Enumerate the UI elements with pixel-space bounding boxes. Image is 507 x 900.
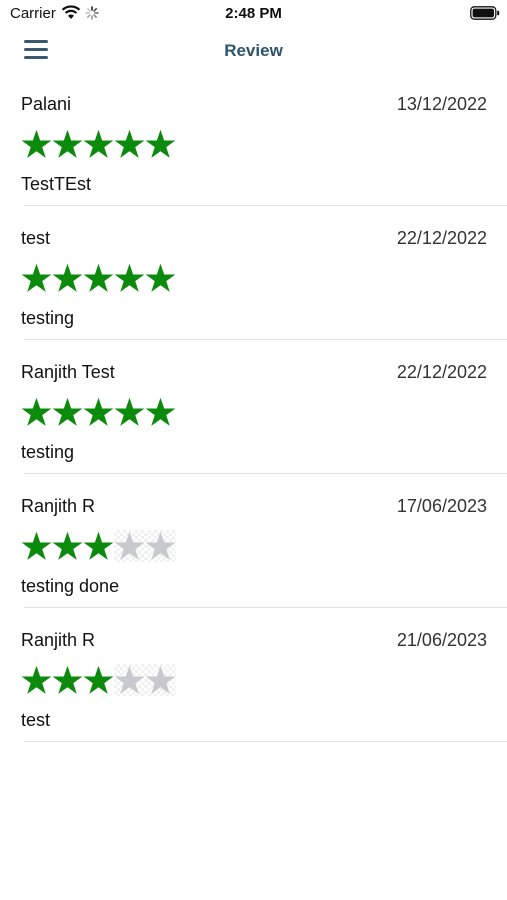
star-filled-icon (21, 530, 52, 562)
page-title: Review (224, 41, 283, 60)
review-item: Ranjith R 21/06/2023 test (0, 608, 507, 742)
review-comment: test (21, 710, 51, 730)
review-comment: TestTEst (21, 174, 92, 194)
status-time: 2:48 PM (225, 5, 282, 22)
reviewer-name: Ranjith Test (21, 362, 115, 382)
status-bar: Carrier 2:48 PM (0, 0, 507, 28)
review-date: 13/12/2022 (396, 94, 487, 114)
star-filled-icon (52, 128, 83, 160)
reviewer-name: Ranjith R (21, 630, 96, 650)
star-rating (21, 664, 176, 696)
star-filled-icon (83, 664, 114, 696)
review-date: 17/06/2023 (396, 496, 487, 516)
star-filled-icon (145, 128, 176, 160)
review-item: test 22/12/2022 testing (0, 206, 507, 340)
star-filled-icon (21, 396, 52, 428)
star-rating (21, 396, 176, 428)
star-filled-icon (21, 262, 52, 294)
review-list: Palani 13/12/2022 TestTEst test 22/12/20… (0, 72, 507, 742)
star-filled-icon (83, 530, 114, 562)
review-item: Ranjith Test 22/12/2022 testing (0, 340, 507, 474)
star-empty-icon (145, 530, 176, 562)
star-filled-icon (114, 396, 145, 428)
star-filled-icon (83, 262, 114, 294)
navigation-bar: Review (0, 28, 507, 72)
review-date: 21/06/2023 (396, 630, 487, 650)
review-comment: testing done (21, 576, 120, 596)
star-filled-icon (21, 128, 52, 160)
divider (24, 741, 507, 742)
star-filled-icon (52, 262, 83, 294)
reviewer-name: test (21, 228, 51, 248)
reviewer-name: Palani (21, 94, 72, 114)
review-comment: testing (21, 442, 75, 462)
reviewer-name: Ranjith R (21, 496, 96, 516)
battery-icon (470, 6, 500, 25)
star-filled-icon (145, 396, 176, 428)
star-filled-icon (52, 530, 83, 562)
star-empty-icon (114, 530, 145, 562)
star-filled-icon (114, 128, 145, 160)
star-empty-icon (145, 664, 176, 696)
review-comment: testing (21, 308, 75, 328)
star-rating (21, 262, 176, 294)
star-empty-icon (114, 664, 145, 696)
star-filled-icon (114, 262, 145, 294)
review-item: Palani 13/12/2022 TestTEst (0, 72, 507, 206)
star-filled-icon (21, 664, 52, 696)
review-date: 22/12/2022 (396, 362, 487, 382)
star-filled-icon (145, 262, 176, 294)
star-filled-icon (52, 664, 83, 696)
star-filled-icon (83, 396, 114, 428)
review-date: 22/12/2022 (396, 228, 487, 248)
review-item: Ranjith R 17/06/2023 testing done (0, 474, 507, 608)
star-rating (21, 530, 176, 562)
star-rating (21, 128, 176, 160)
star-filled-icon (52, 396, 83, 428)
star-filled-icon (83, 128, 114, 160)
